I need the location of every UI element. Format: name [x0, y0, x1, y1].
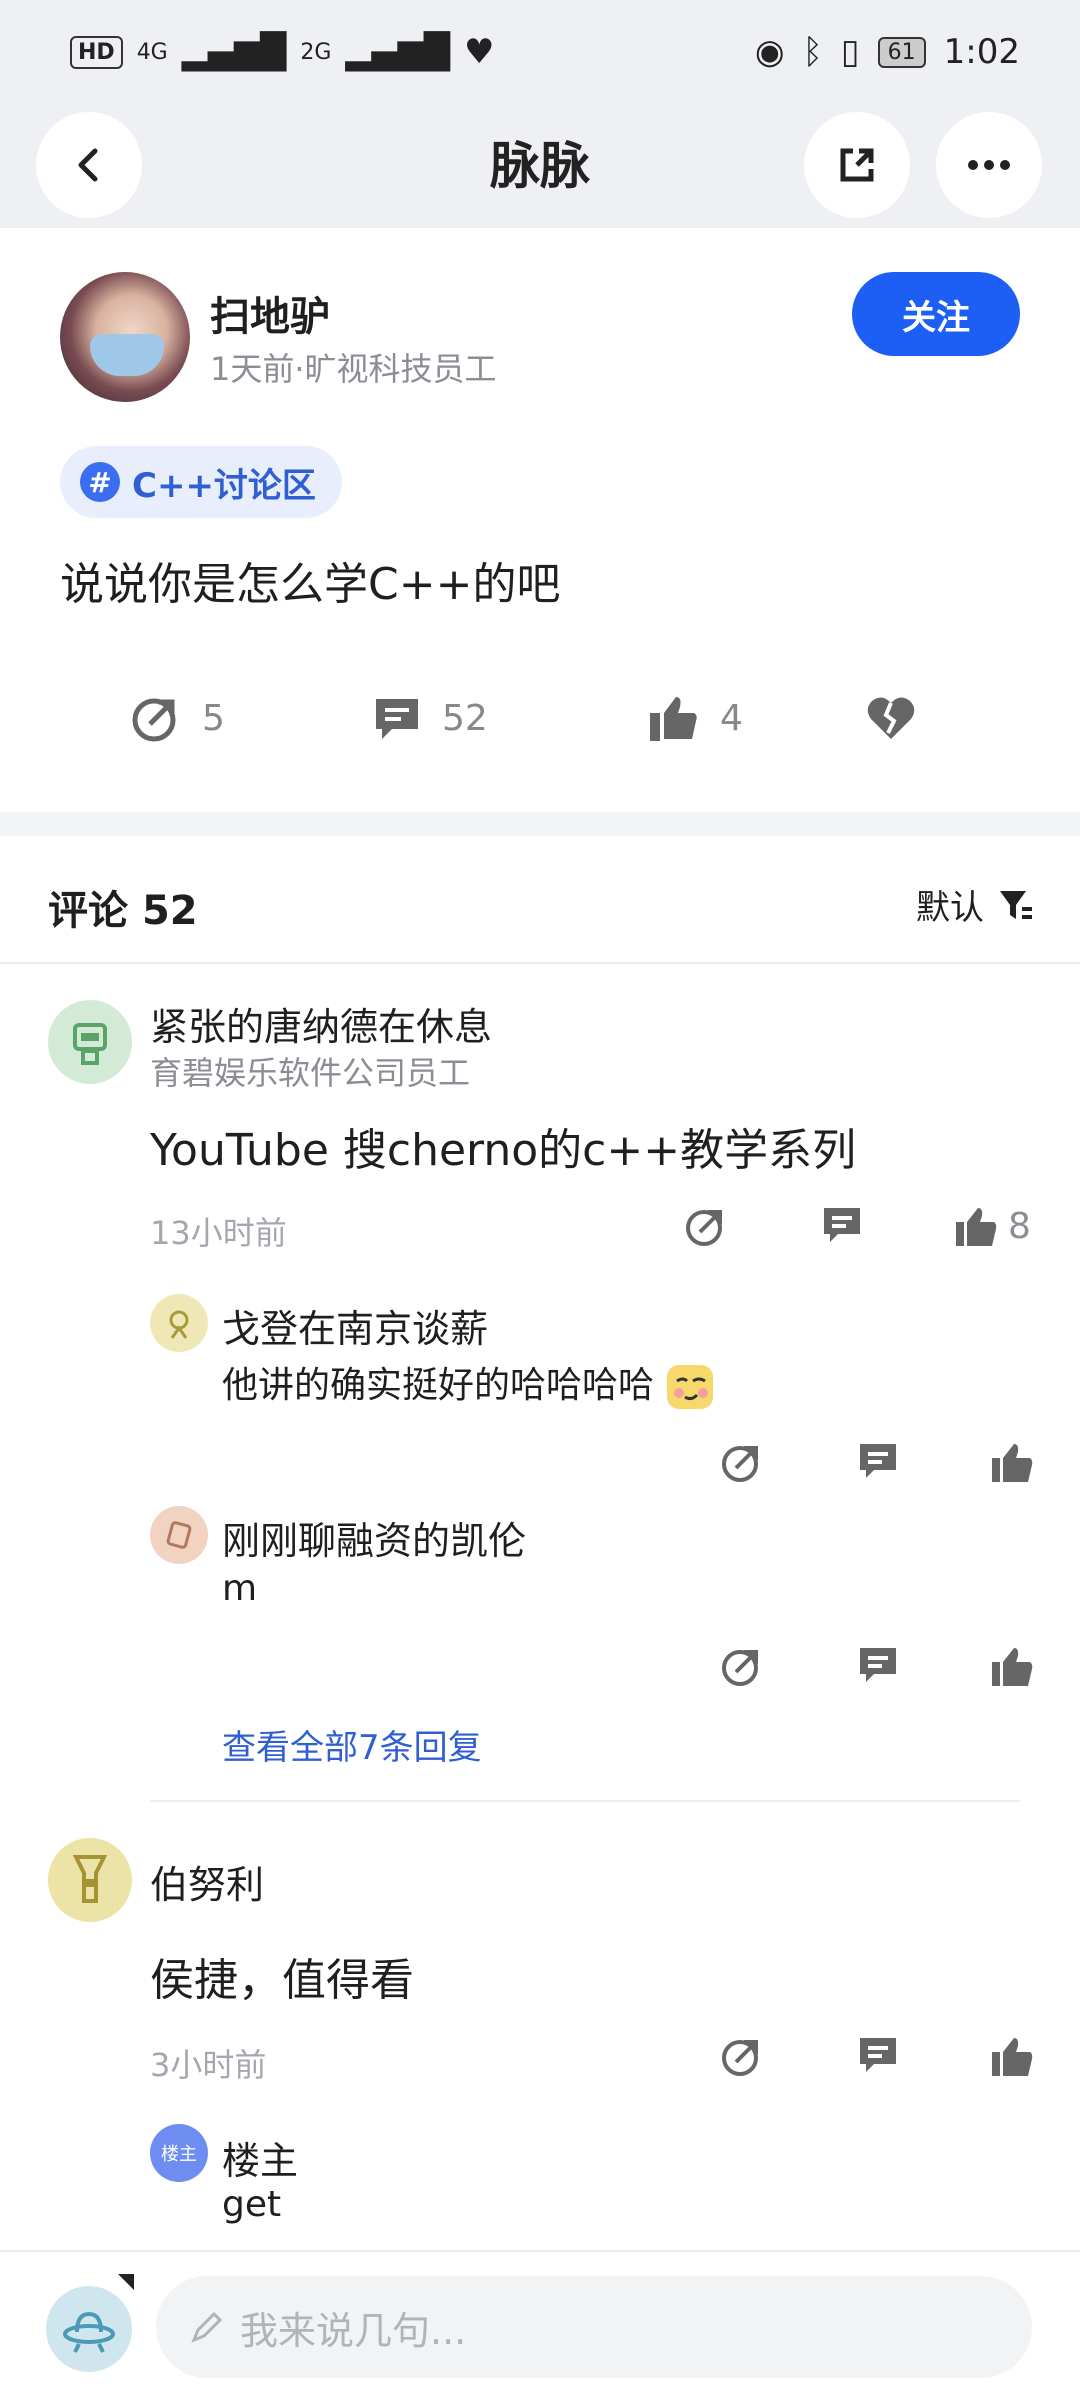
- replier-avatar[interactable]: [150, 1294, 208, 1352]
- author-meta: 1天前·旷视科技员工: [210, 350, 497, 388]
- signal-4g: 4G: [136, 39, 168, 65]
- replier-name[interactable]: 刚刚聊融资的凯伦: [222, 1510, 526, 1565]
- torch-avatar-icon: [72, 1855, 108, 1903]
- battery-indicator: 61: [877, 36, 926, 68]
- broken-heart-icon: [867, 697, 915, 739]
- commenter-name[interactable]: 伯努利: [150, 1854, 264, 1909]
- more-button[interactable]: [936, 112, 1042, 218]
- smirk-emoji-icon: [667, 1365, 714, 1409]
- status-bar: HD 4G ▂▄▆█ 2G ▂▄▆█ ♥ ◉ ᛒ ▯ 61 1:02: [0, 0, 1080, 104]
- robot-avatar-icon: [73, 1023, 107, 1065]
- topic-label: C++讨论区: [132, 465, 316, 506]
- share-button[interactable]: [804, 112, 910, 218]
- character-avatar-icon: [169, 1310, 189, 1339]
- thumbs-up-icon: [650, 697, 697, 741]
- thumbs-up-icon[interactable]: [990, 1440, 1034, 1484]
- like-button[interactable]: 4: [648, 668, 743, 768]
- replier-name[interactable]: 楼主: [222, 2130, 298, 2185]
- hash-icon: #: [80, 462, 120, 502]
- comments-count: 52: [141, 888, 198, 934]
- reply-text: 他讲的确实挺好的哈哈哈哈: [222, 1356, 715, 1411]
- sort-button[interactable]: 默认: [916, 880, 1034, 929]
- reply-icon[interactable]: [820, 1204, 864, 1248]
- filter-icon: [1000, 890, 1032, 919]
- comment-like-count: 8: [1008, 1206, 1031, 1247]
- comment-text: YouTube 搜cherno的c++教学系列: [150, 1125, 857, 1176]
- comment-input-bar: 我来说几句...: [0, 2250, 1080, 2400]
- hd-indicator: HD: [70, 35, 123, 69]
- commenter-name[interactable]: 紧张的唐纳德在休息: [150, 996, 492, 1051]
- share-count: 5: [202, 697, 225, 739]
- comment-text: 侯捷，值得看: [150, 1955, 414, 2006]
- signal-bars-icon: ▂▄▆█: [181, 32, 287, 72]
- signal-bars-icon: ▂▄▆█: [345, 32, 450, 72]
- post-actions: 5 52 4: [0, 668, 1080, 768]
- repost-icon[interactable]: [720, 1440, 764, 1484]
- author-avatar[interactable]: [60, 272, 190, 402]
- commenter-avatar[interactable]: [48, 1838, 132, 1922]
- comment-divider: [150, 1800, 1020, 1802]
- repost-icon[interactable]: [684, 1204, 728, 1248]
- reply-text: m: [222, 1568, 258, 1609]
- reply-icon[interactable]: [856, 1644, 900, 1688]
- top-nav: 脉脉: [0, 104, 1080, 228]
- post-text: 说说你是怎么学C++的吧: [60, 559, 561, 610]
- comments-title: 评论 52: [48, 878, 198, 936]
- ufo-avatar-icon: [63, 2311, 115, 2353]
- replier-name[interactable]: 戈登在南京谈薪: [222, 1298, 488, 1353]
- view-all-replies-link[interactable]: 查看全部7条回复: [222, 1720, 482, 1769]
- dislike-button[interactable]: [866, 668, 916, 768]
- op-badge: 楼主: [161, 2144, 197, 2165]
- pencil-icon: [191, 2311, 223, 2343]
- reply-text: get: [222, 2184, 282, 2225]
- repost-icon[interactable]: [720, 2034, 764, 2078]
- author-name[interactable]: 扫地驴: [210, 284, 330, 342]
- eye-icon: ◉: [754, 32, 785, 72]
- comment-count: 52: [442, 697, 488, 739]
- commenter-avatar[interactable]: [48, 1000, 132, 1084]
- repost-button[interactable]: 5: [130, 668, 225, 768]
- thumbs-up-icon[interactable]: [990, 2034, 1034, 2078]
- post-card: 扫地驴 1天前·旷视科技员工 关注 # C++讨论区 说说你是怎么学C++的吧 …: [0, 228, 1080, 812]
- external-share-icon: [840, 148, 874, 182]
- repost-icon[interactable]: [720, 1644, 764, 1688]
- document-avatar-icon: [166, 1521, 192, 1549]
- commenter-company: 育碧娱乐软件公司员工: [150, 1054, 471, 1092]
- thumbs-up-icon[interactable]: [954, 1204, 998, 1248]
- signal-2g: 2G: [300, 39, 332, 65]
- repost-icon: [132, 698, 176, 742]
- corner-marker-icon: [118, 2274, 134, 2290]
- reply-icon[interactable]: [856, 2034, 900, 2078]
- thumbs-up-icon[interactable]: [990, 1644, 1034, 1688]
- op-avatar[interactable]: 楼主: [150, 2124, 208, 2182]
- comment-input[interactable]: 我来说几句...: [156, 2276, 1032, 2378]
- vibrate-icon: ▯: [840, 32, 860, 72]
- comments-label: 评论: [48, 888, 128, 934]
- bluetooth-icon: ᛒ: [802, 32, 823, 72]
- health-icon: ♥: [463, 32, 495, 72]
- clock: 1:02: [943, 32, 1020, 72]
- reply-text-content: 他讲的确实挺好的哈哈哈哈: [222, 1365, 655, 1406]
- input-placeholder: 我来说几句...: [240, 2308, 467, 2353]
- comment-time: 13小时前: [150, 1214, 287, 1252]
- page-title: 脉脉: [490, 137, 590, 195]
- user-avatar[interactable]: [46, 2286, 132, 2372]
- comment-button[interactable]: 52: [372, 668, 488, 768]
- comments-header: 评论 52 默认: [0, 836, 1080, 964]
- topic-tag[interactable]: # C++讨论区: [60, 446, 342, 518]
- more-dots-icon: [968, 160, 1010, 170]
- sort-label: 默认: [916, 888, 984, 928]
- comment-time: 3小时前: [150, 2046, 267, 2084]
- section-divider: [0, 812, 1080, 836]
- like-count: 4: [720, 697, 743, 739]
- comment-icon: [376, 699, 418, 739]
- replier-avatar[interactable]: [150, 1506, 208, 1564]
- follow-button[interactable]: 关注: [852, 272, 1020, 356]
- reply-icon[interactable]: [856, 1440, 900, 1484]
